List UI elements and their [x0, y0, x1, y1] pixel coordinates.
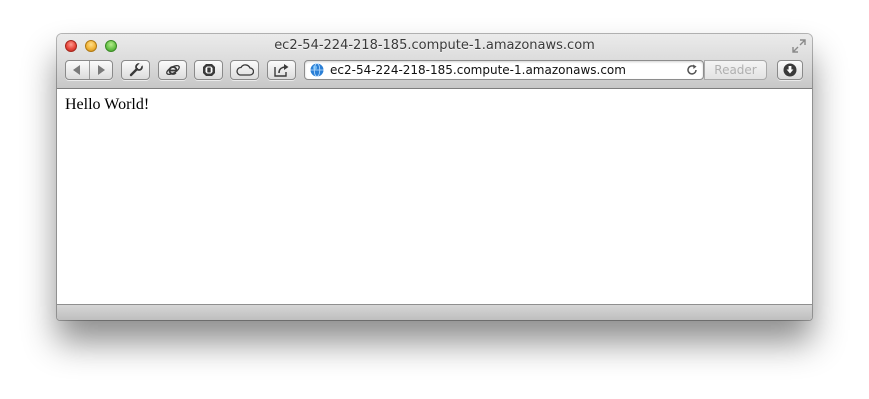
window-title: ec2-54-224-218-185.compute-1.amazonaws.c…: [274, 38, 595, 53]
status-bar: [57, 304, 812, 320]
cloud-icon: [235, 64, 254, 76]
address-bar[interactable]: ec2-54-224-218-185.compute-1.amazonaws.c…: [304, 60, 704, 80]
forward-button[interactable]: [90, 61, 113, 79]
adblock-button[interactable]: [194, 60, 223, 80]
browser-window: ec2-54-224-218-185.compute-1.amazonaws.c…: [57, 34, 812, 320]
globe-icon: [310, 63, 324, 77]
ie-icon: [165, 64, 180, 76]
forward-arrow-icon: [97, 65, 105, 75]
back-arrow-icon: [73, 65, 81, 75]
back-forward-group: [65, 60, 113, 80]
page-body-text: Hello World!: [65, 96, 150, 113]
reader-button[interactable]: Reader: [704, 60, 767, 80]
address-url: ec2-54-224-218-185.compute-1.amazonaws.c…: [330, 63, 626, 77]
shield-icon: [202, 64, 215, 76]
develop-button[interactable]: [121, 60, 150, 80]
share-button[interactable]: [267, 60, 296, 80]
fullscreen-icon[interactable]: [792, 39, 806, 53]
internet-explorer-button[interactable]: [158, 60, 187, 80]
toolbar: ec2-54-224-218-185.compute-1.amazonaws.c…: [57, 34, 812, 89]
web-content: Hello World!: [57, 89, 812, 304]
downloads-button[interactable]: [777, 60, 803, 80]
download-icon: [783, 63, 797, 77]
icloud-tabs-button[interactable]: [230, 60, 259, 80]
wrench-icon: [129, 63, 143, 77]
back-button[interactable]: [66, 61, 89, 79]
share-icon: [273, 64, 288, 77]
reload-icon[interactable]: [686, 64, 698, 76]
